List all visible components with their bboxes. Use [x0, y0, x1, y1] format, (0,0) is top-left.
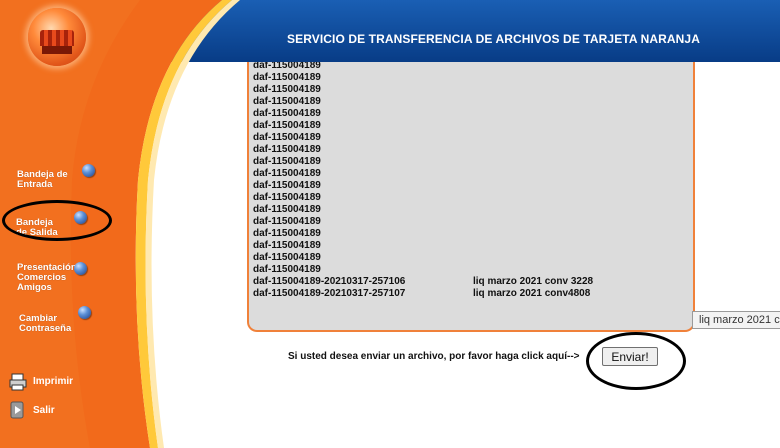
file-name: daf-115004189	[253, 144, 321, 155]
file-name: daf-115004189-20210317-257107	[253, 288, 406, 299]
logo-roof	[40, 30, 74, 46]
file-row[interactable]: daf-115004189	[253, 156, 405, 168]
file-tooltip: liq marzo 2021 conv	[692, 311, 780, 329]
file-row[interactable]: daf-115004189-20210317-257106 liq marzo 2…	[253, 276, 593, 288]
page-title: SERVICIO DE TRANSFERENCIA DE ARCHIVOS DE…	[287, 32, 700, 46]
file-row[interactable]: daf-115004189	[253, 252, 405, 264]
file-row[interactable]: daf-115004189	[253, 132, 405, 144]
file-name: daf-115004189	[253, 62, 321, 71]
file-name: daf-115004189-20210317-257106	[253, 276, 406, 287]
printer-icon[interactable]	[9, 373, 27, 391]
file-name: daf-115004189	[253, 120, 321, 131]
sidebar-orb-icon[interactable]	[74, 262, 87, 275]
file-description: liq marzo 2021 conv 3228	[473, 276, 594, 287]
logo-base	[42, 46, 72, 54]
print-link[interactable]: Imprimir	[33, 376, 73, 387]
file-name: daf-115004189	[253, 192, 321, 203]
sidebar-item-presentacion[interactable]: Presentación Comercios Amigos	[17, 253, 77, 293]
file-row[interactable]: daf-115004189	[253, 204, 405, 216]
file-row[interactable]: daf-115004189	[253, 264, 405, 276]
sidebar-item-label: Presentación Comercios Amigos	[17, 262, 77, 293]
file-row[interactable]: daf-115004189	[253, 108, 405, 120]
file-name: daf-115004189	[253, 168, 321, 179]
file-list: daf-115004189 daf-115004189 daf-115004189 d…	[253, 62, 593, 300]
file-row[interactable]: daf-115004189	[253, 84, 405, 96]
send-button[interactable]: Enviar!	[602, 347, 658, 366]
file-name: daf-115004189	[253, 204, 321, 215]
file-row[interactable]: daf-115004189	[253, 96, 405, 108]
file-name: daf-115004189	[253, 84, 321, 95]
file-row[interactable]: daf-115004189	[253, 168, 405, 180]
sidebar-item-label: Cambiar Contraseña	[19, 313, 72, 334]
file-name: daf-115004189	[253, 228, 321, 239]
sidebar-item-bandeja-entrada[interactable]: Bandeja de Entrada	[17, 160, 68, 190]
file-name: daf-115004189	[253, 216, 321, 227]
upload-prompt: Si usted desea enviar un archivo, por fa…	[288, 351, 580, 362]
exit-arrow-icon[interactable]	[10, 401, 26, 419]
file-row[interactable]: daf-115004189	[253, 180, 405, 192]
sidebar-item-label: Bandeja de Entrada	[17, 169, 68, 190]
file-name: daf-115004189	[253, 156, 321, 167]
file-name: daf-115004189	[253, 252, 321, 263]
file-row[interactable]: daf-115004189	[253, 144, 405, 156]
file-name: daf-115004189	[253, 180, 321, 191]
file-row[interactable]: daf-115004189	[253, 192, 405, 204]
file-row[interactable]: daf-115004189	[253, 120, 405, 132]
sidebar-orb-icon[interactable]	[78, 306, 91, 319]
file-name: daf-115004189	[253, 96, 321, 107]
file-name: daf-115004189	[253, 72, 321, 83]
file-row[interactable]: daf-115004189	[253, 240, 405, 252]
file-row[interactable]: daf-115004189	[253, 228, 405, 240]
print-label: Imprimir	[33, 376, 74, 387]
exit-label: Salir	[33, 405, 55, 416]
file-name: daf-115004189	[253, 108, 321, 119]
exit-link[interactable]: Salir	[33, 405, 55, 416]
file-description: liq marzo 2021 conv4808	[473, 288, 591, 299]
file-row[interactable]: daf-115004189	[253, 72, 405, 84]
file-row[interactable]: daf-115004189-20210317-257107 liq marzo 2…	[253, 288, 590, 300]
annotation-circle-sidebar	[2, 200, 112, 241]
naranja-logo	[28, 8, 86, 66]
file-name: daf-115004189	[253, 264, 321, 275]
sidebar-orb-icon[interactable]	[82, 164, 95, 177]
file-name: daf-115004189	[253, 132, 321, 143]
sidebar-item-cambiar-contrasena[interactable]: Cambiar Contraseña	[19, 304, 71, 334]
file-row[interactable]: daf-115004189	[253, 62, 405, 72]
file-name: daf-115004189	[253, 240, 321, 251]
outbox-file-panel[interactable]: daf-115004189 daf-115004189 daf-115004189 d…	[247, 62, 695, 332]
file-row[interactable]: daf-115004189	[253, 216, 405, 228]
